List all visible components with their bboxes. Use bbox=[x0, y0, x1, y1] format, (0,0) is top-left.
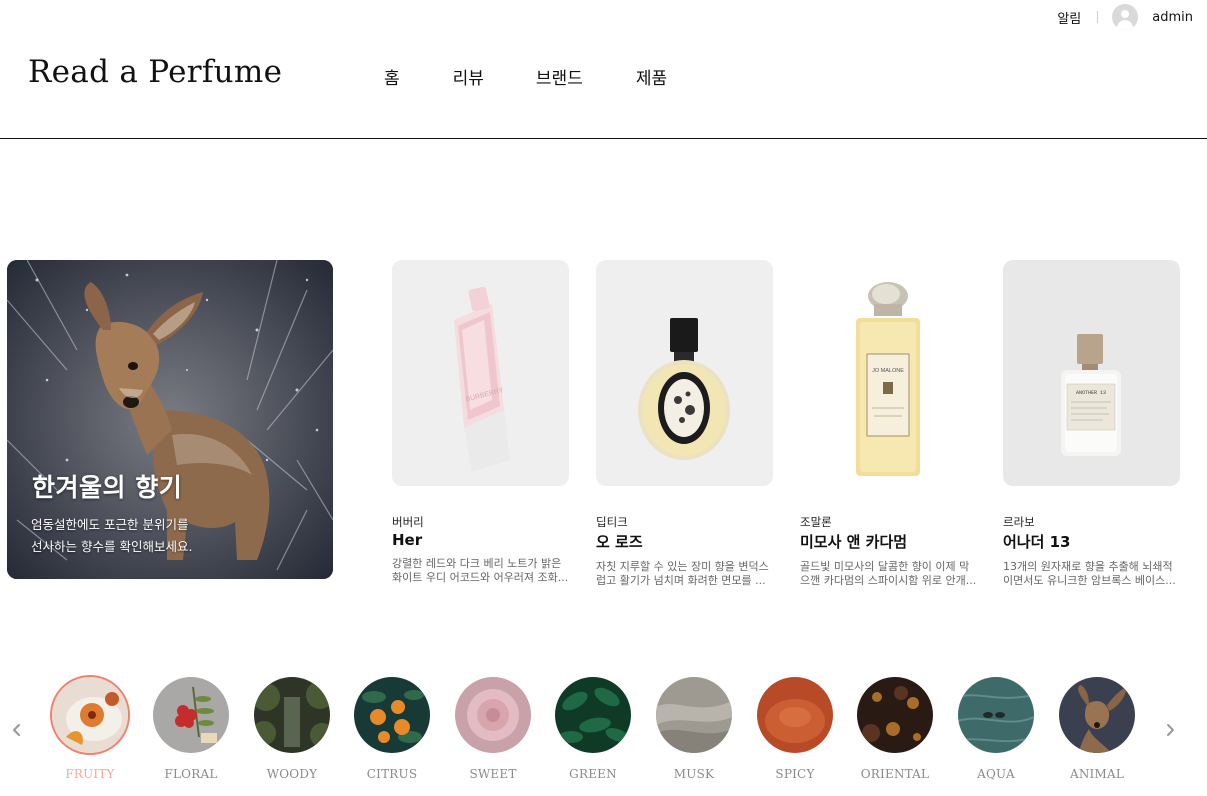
category-image bbox=[455, 677, 531, 753]
category-woody[interactable]: WOODY bbox=[247, 677, 337, 781]
category-image bbox=[1059, 677, 1135, 753]
svg-text:JO MALONE: JO MALONE bbox=[872, 368, 904, 374]
category-aqua[interactable]: AQUA bbox=[951, 677, 1041, 781]
product-name: 오 로즈 bbox=[596, 533, 643, 551]
product-image: ANOTHER 13 bbox=[1003, 260, 1180, 486]
category-image bbox=[555, 677, 631, 753]
chevron-right-icon bbox=[1167, 724, 1174, 736]
category-label: MUSK bbox=[673, 767, 715, 781]
category-label: CITRUS bbox=[366, 767, 418, 781]
category-image bbox=[757, 677, 833, 753]
category-image bbox=[254, 677, 330, 753]
chevron-left-icon bbox=[13, 724, 20, 736]
hero-description-line: 선사하는 향수를 확인해보세요. bbox=[31, 539, 193, 554]
nav-brand[interactable]: 브랜드 bbox=[536, 64, 583, 89]
hero-description-line: 엄동설한에도 포근한 분위기를 bbox=[31, 517, 189, 532]
category-label: ANIMAL bbox=[1069, 767, 1125, 781]
product-brand: 르라보 bbox=[1003, 515, 1035, 529]
product-card[interactable]: JO MALONE 조말론 미모사 앤 카다멈 골드빛 미모사의 달콤한 향이 … bbox=[800, 260, 977, 588]
category-musk[interactable]: MUSK bbox=[649, 677, 739, 781]
category-label: GREEN bbox=[569, 767, 617, 781]
product-name: Her bbox=[392, 531, 423, 549]
product-brand: 딥티크 bbox=[596, 515, 628, 529]
category-label: AQUA bbox=[977, 767, 1015, 781]
divider bbox=[1097, 11, 1099, 23]
main-nav: 홈 리뷰 브랜드 제품 bbox=[384, 64, 667, 89]
hero-description: 엄동설한에도 포근한 분위기를 선사하는 향수를 확인해보세요. bbox=[31, 514, 281, 558]
category-image bbox=[354, 677, 430, 753]
category-animal[interactable]: ANIMAL bbox=[1052, 677, 1142, 781]
product-card[interactable]: BURBERRY 버버리 Her 강렬한 레드와 다크 베리 노트가 밝은 화이… bbox=[392, 260, 569, 585]
product-description: 13개의 원자재로 향을 추출해 뇌쇄적이면서도 유니크한 암브록스 베이스..… bbox=[1003, 560, 1176, 587]
category-image bbox=[153, 677, 229, 753]
product-image bbox=[596, 260, 773, 486]
hero-banner[interactable]: 한겨울의 향기 엄동설한에도 포근한 분위기를 선사하는 향수를 확인해보세요. bbox=[7, 260, 333, 579]
svg-text:ANOTHER 13: ANOTHER 13 bbox=[1076, 390, 1106, 396]
category-sweet[interactable]: SWEET bbox=[448, 677, 538, 781]
category-image bbox=[857, 677, 933, 753]
category-green[interactable]: GREEN bbox=[548, 677, 638, 781]
category-image bbox=[958, 677, 1034, 753]
category-fruity[interactable]: FRUITY bbox=[45, 677, 135, 781]
category-oriental[interactable]: ORIENTAL bbox=[850, 677, 940, 781]
carousel-prev-button[interactable] bbox=[7, 720, 27, 740]
notification-link[interactable]: 알림 bbox=[1057, 8, 1081, 27]
category-image bbox=[656, 677, 732, 753]
product-name: 미모사 앤 카다멈 bbox=[800, 533, 908, 551]
category-spicy[interactable]: SPICY bbox=[750, 677, 840, 781]
category-label: ORIENTAL bbox=[860, 767, 930, 781]
product-brand: 버버리 bbox=[392, 515, 424, 529]
nav-home[interactable]: 홈 bbox=[384, 64, 400, 89]
product-description: 자칫 지루할 수 있는 장미 향을 변덕스럽고 활기가 넘치며 화려한 면모를 … bbox=[596, 560, 769, 587]
product-card[interactable]: 딥티크 오 로즈 자칫 지루할 수 있는 장미 향을 변덕스럽고 활기가 넘치며… bbox=[596, 260, 773, 588]
product-image: JO MALONE bbox=[800, 260, 977, 486]
product-description: 강렬한 레드와 다크 베리 노트가 밝은 화이트 우디 어코드와 어우러져 조화… bbox=[392, 557, 569, 584]
product-image: BURBERRY bbox=[392, 260, 569, 486]
category-label: FLORAL bbox=[164, 767, 218, 781]
utility-bar: 알림 admin bbox=[1057, 4, 1193, 30]
header-divider bbox=[0, 138, 1207, 139]
nav-review[interactable]: 리뷰 bbox=[453, 64, 484, 89]
carousel-next-button[interactable] bbox=[1160, 720, 1180, 740]
product-brand: 조말론 bbox=[800, 515, 832, 529]
product-card[interactable]: ANOTHER 13 르라보 어나더 13 13개의 원자재로 향을 추출해 뇌… bbox=[1003, 260, 1180, 588]
user-avatar-icon[interactable] bbox=[1112, 4, 1139, 30]
category-floral[interactable]: FLORAL bbox=[146, 677, 236, 781]
category-image bbox=[52, 677, 128, 753]
category-label: FRUITY bbox=[65, 767, 115, 781]
category-label: WOODY bbox=[266, 767, 318, 781]
category-label: SPICY bbox=[775, 767, 815, 781]
category-citrus[interactable]: CITRUS bbox=[347, 677, 437, 781]
category-label: SWEET bbox=[469, 767, 517, 781]
username-link[interactable]: admin bbox=[1152, 10, 1193, 25]
nav-product[interactable]: 제품 bbox=[636, 64, 667, 89]
site-logo[interactable]: Read a Perfume bbox=[28, 54, 282, 90]
product-description: 골드빛 미모사의 달콤한 향이 이제 막 으깬 카다멈의 스파이시함 위로 안개… bbox=[800, 560, 977, 587]
product-name: 어나더 13 bbox=[1003, 533, 1071, 551]
hero-title: 한겨울의 향기 bbox=[32, 473, 183, 502]
